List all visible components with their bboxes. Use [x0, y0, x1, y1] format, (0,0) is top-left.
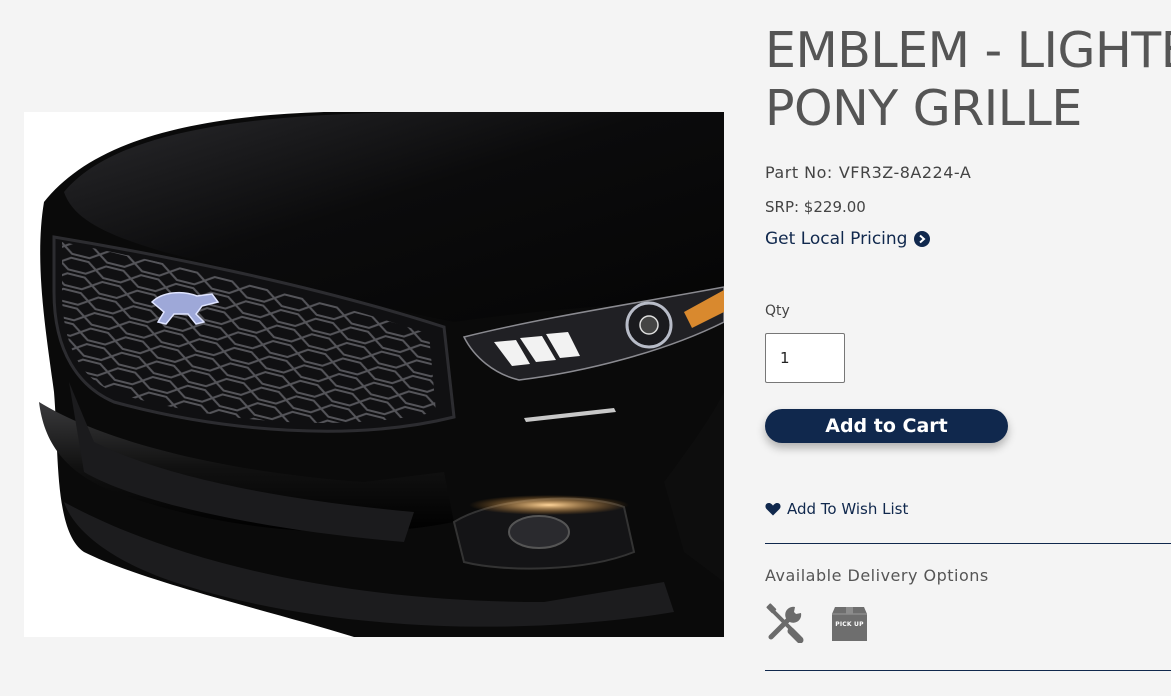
tools-icon	[766, 603, 804, 643]
srp-price: SRP: $229.00	[765, 198, 866, 216]
qty-input[interactable]	[765, 333, 845, 383]
part-number-row: Part No: VFR3Z-8A224-A	[765, 163, 971, 182]
divider	[765, 543, 1171, 544]
add-to-cart-button[interactable]: Add to Cart	[765, 409, 1008, 443]
qty-label: Qty	[765, 303, 790, 319]
product-title: EMBLEM - LIGHTED PONY GRILLE	[765, 22, 1171, 138]
part-number-value: VFR3Z-8A224-A	[838, 163, 972, 182]
product-image	[24, 112, 724, 637]
delivery-options-title: Available Delivery Options	[765, 566, 989, 585]
product-details: EMBLEM - LIGHTED PONY GRILLE Part No: VFR…	[765, 0, 1171, 696]
product-title-line-1: EMBLEM - LIGHTED	[765, 22, 1171, 79]
add-to-wish-list-link[interactable]: Add To Wish List	[765, 500, 908, 518]
heart-icon	[765, 503, 781, 516]
wish-list-label: Add To Wish List	[787, 500, 909, 518]
arrow-right-circle-icon	[914, 231, 931, 247]
divider	[765, 670, 1171, 671]
pickup-label: PICK UP	[835, 621, 864, 628]
get-local-pricing-label: Get Local Pricing	[765, 229, 908, 249]
product-title-line-2: PONY GRILLE	[765, 80, 1082, 137]
part-number-label: Part No:	[765, 163, 833, 182]
get-local-pricing-link[interactable]: Get Local Pricing	[765, 229, 931, 249]
